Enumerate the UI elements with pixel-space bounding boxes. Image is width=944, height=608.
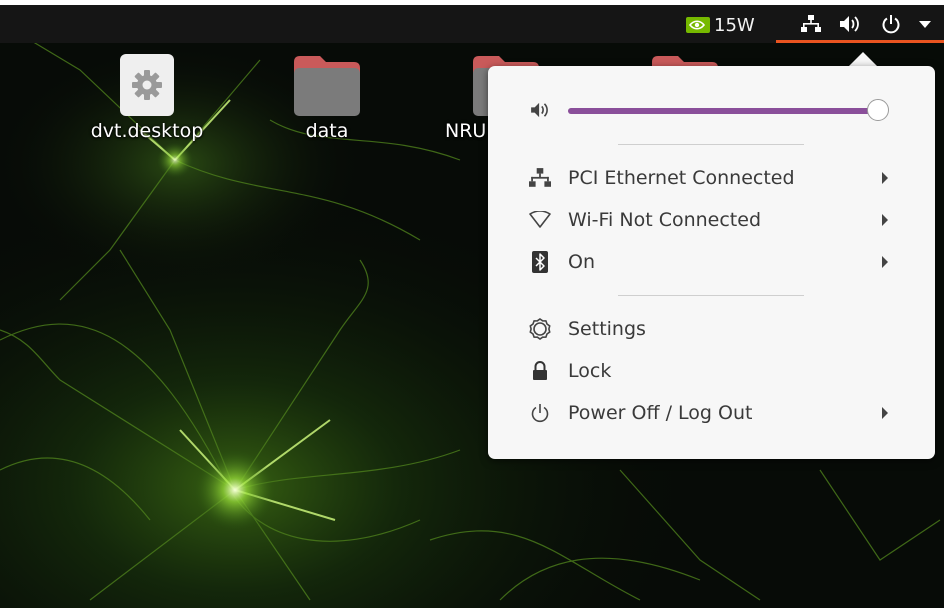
- system-status-area[interactable]: [776, 5, 944, 43]
- menu-item-settings[interactable]: Settings: [488, 309, 935, 349]
- menu-item-power-off[interactable]: Power Off / Log Out: [488, 393, 935, 433]
- volume-slider-handle[interactable]: [866, 99, 889, 121]
- menu-item-label: PCI Ethernet Connected: [568, 167, 795, 189]
- folder-icon: [294, 54, 360, 116]
- settings-gear-icon: [528, 317, 552, 341]
- desktop-icon-data[interactable]: data: [262, 54, 392, 142]
- volume-slider-fill: [568, 108, 878, 114]
- top-bar: 15W: [0, 0, 944, 43]
- volume-slider[interactable]: [568, 99, 889, 121]
- menu-item-label: Wi-Fi Not Connected: [568, 209, 762, 231]
- gpu-power-label: 15W: [714, 14, 755, 36]
- speaker-volume-icon: [528, 98, 552, 122]
- menu-separator: [618, 144, 804, 145]
- wifi-icon: [528, 208, 552, 232]
- menu-item-label: Power Off / Log Out: [568, 402, 753, 424]
- nvidia-logo-icon: [686, 17, 710, 33]
- power-icon: [528, 401, 552, 425]
- lock-icon: [528, 359, 552, 383]
- menu-item-label: On: [568, 251, 595, 273]
- desktop-icon-label: data: [305, 120, 349, 142]
- network-wired-icon: [528, 166, 552, 190]
- submenu-arrow-icon: [882, 256, 888, 268]
- submenu-arrow-icon: [882, 172, 888, 184]
- menu-item-label: Settings: [568, 318, 646, 340]
- menu-item-ethernet[interactable]: PCI Ethernet Connected: [488, 158, 935, 198]
- menu-item-bluetooth[interactable]: On: [488, 242, 935, 282]
- power-icon: [880, 13, 902, 35]
- submenu-arrow-icon: [882, 214, 888, 226]
- menu-separator: [618, 295, 804, 296]
- speaker-volume-icon: [839, 13, 861, 35]
- menu-item-wifi[interactable]: Wi-Fi Not Connected: [488, 200, 935, 240]
- menu-item-lock[interactable]: Lock: [488, 351, 935, 391]
- menu-pointer: [848, 52, 878, 67]
- gpu-power-indicator[interactable]: 15W: [686, 10, 755, 40]
- submenu-arrow-icon: [882, 407, 888, 419]
- dropdown-arrow-icon: [914, 13, 936, 35]
- network-wired-icon: [800, 13, 822, 35]
- desktop-icon-dvt[interactable]: dvt.desktop: [82, 54, 212, 142]
- bluetooth-icon: [528, 250, 552, 274]
- gear-icon: [114, 54, 180, 116]
- desktop-icon-label: dvt.desktop: [90, 120, 204, 142]
- menu-item-label: Lock: [568, 360, 612, 382]
- system-menu: PCI Ethernet Connected Wi-Fi Not Connect…: [488, 66, 935, 459]
